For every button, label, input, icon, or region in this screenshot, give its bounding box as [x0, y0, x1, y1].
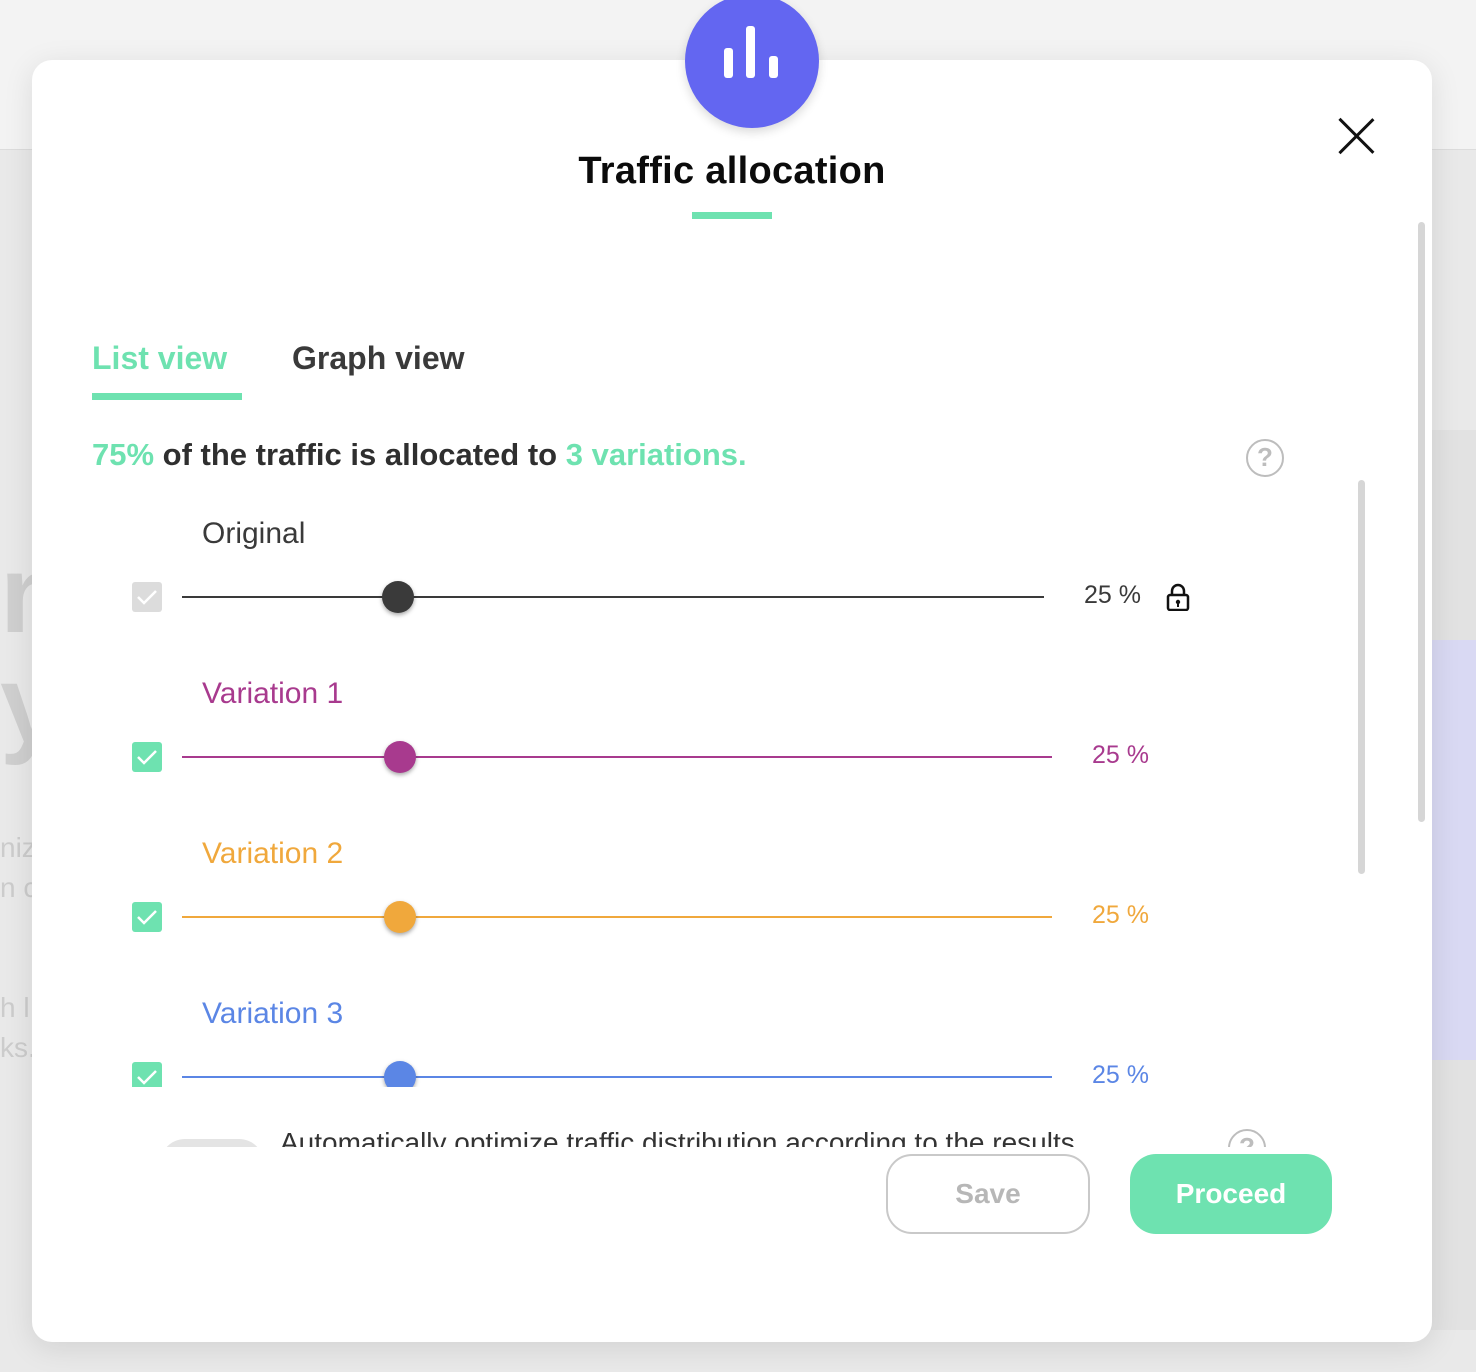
checkbox-variation-3[interactable]: [132, 1062, 162, 1087]
checkbox-variation-2[interactable]: [132, 902, 162, 932]
check-icon: [137, 590, 157, 605]
check-icon: [137, 910, 157, 925]
modal-scrollbar[interactable]: [1418, 222, 1425, 822]
row-label-variation-3: Variation 3: [202, 997, 344, 1030]
percent-original: 25 %: [1084, 581, 1141, 609]
active-tab-indicator: [92, 393, 242, 400]
check-icon: [137, 750, 157, 765]
modal-title: Traffic allocation: [578, 150, 886, 192]
bar-chart-icon: [685, 0, 819, 128]
background-text: ks.: [0, 1032, 36, 1063]
tab-graph-view[interactable]: Graph view: [292, 340, 465, 377]
proceed-button[interactable]: Proceed: [1130, 1154, 1332, 1234]
percent-variation-1: 25 %: [1092, 741, 1149, 769]
tab-list-view[interactable]: List view: [92, 340, 227, 377]
slider-track-variation-3[interactable]: [182, 1076, 1052, 1078]
auto-optimize-label: Automatically optimize traffic distribut…: [280, 1127, 1075, 1147]
slider-thumb-variation-3[interactable]: [383, 1061, 416, 1087]
variations-count: 3 variations.: [565, 437, 747, 472]
save-button[interactable]: Save: [886, 1154, 1090, 1234]
auto-optimize-toggle[interactable]: [160, 1139, 264, 1147]
background-text: h l: [0, 992, 30, 1023]
slider-thumb-variation-2[interactable]: [383, 901, 416, 933]
allocated-percent: 75%: [92, 437, 155, 472]
slider-thumb-variation-1[interactable]: [383, 741, 416, 773]
slider-track-variation-2[interactable]: [182, 916, 1052, 918]
lock-icon[interactable]: [1166, 583, 1190, 611]
background-panel: [1430, 640, 1476, 1060]
check-icon: [137, 1070, 157, 1085]
summary-text: of the traffic is allocated to: [154, 437, 566, 472]
close-icon[interactable]: [1338, 118, 1374, 154]
row-label-variation-2: Variation 2: [202, 837, 344, 870]
checkbox-original[interactable]: [132, 582, 162, 612]
slider-thumb-original[interactable]: [381, 581, 414, 613]
checkbox-variation-1[interactable]: [132, 742, 162, 772]
percent-variation-3: 25 %: [1092, 1061, 1149, 1089]
row-variation-3-clip: [120, 1040, 1360, 1087]
percent-variation-2: 25 %: [1092, 901, 1149, 929]
row-label-original: Original: [202, 517, 306, 550]
help-icon[interactable]: ?: [1228, 1129, 1266, 1147]
auto-optimize-row: Automatically optimize traffic distribut…: [120, 1087, 1360, 1147]
allocation-summary: 75% of the traffic is allocated to 3 var…: [92, 437, 747, 473]
list-scrollbar[interactable]: [1358, 480, 1365, 874]
slider-track-original[interactable]: [182, 596, 1044, 598]
row-label-variation-1: Variation 1: [202, 677, 344, 710]
help-icon[interactable]: ?: [1246, 439, 1284, 477]
title-underline: [692, 212, 772, 219]
slider-track-variation-1[interactable]: [182, 756, 1052, 758]
